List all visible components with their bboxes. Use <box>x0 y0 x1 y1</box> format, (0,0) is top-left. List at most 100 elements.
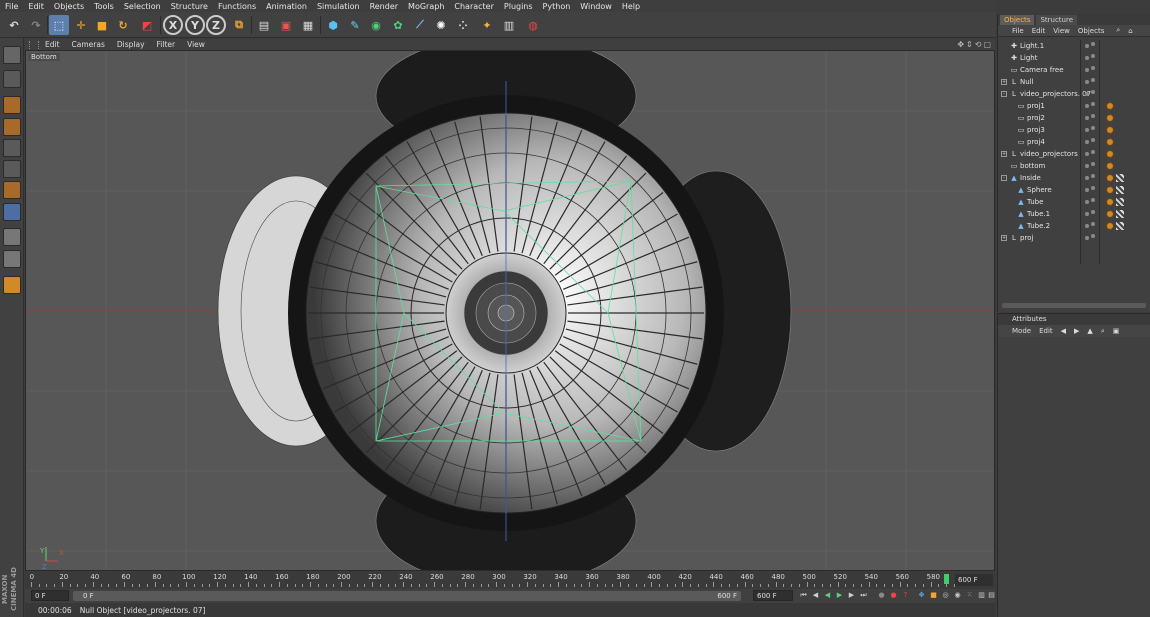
menu-character[interactable]: Character <box>449 2 499 11</box>
lock-icon[interactable]: ▣ <box>1109 327 1124 335</box>
object-row[interactable]: ▭ proj2 <box>998 112 1150 124</box>
menu-file[interactable]: File <box>0 2 23 11</box>
objects-menu-file[interactable]: File <box>1008 27 1028 35</box>
object-axis-icon[interactable] <box>3 118 21 136</box>
tweak-mode-icon[interactable] <box>3 250 21 268</box>
expand-icon[interactable]: + <box>1001 235 1007 241</box>
object-row[interactable]: ▭ proj4 <box>998 136 1150 148</box>
object-name[interactable]: Tube <box>1027 196 1043 208</box>
objects-menu-edit[interactable]: Edit <box>1028 27 1050 35</box>
material-tag-icon[interactable] <box>1106 174 1114 182</box>
object-row[interactable]: ▲ Tube <box>998 196 1150 208</box>
render-visibility-icon[interactable] <box>1091 42 1095 46</box>
object-row[interactable]: + Lvideo_projectors <box>998 148 1150 160</box>
render-visibility-icon[interactable] <box>1091 186 1095 190</box>
object-name[interactable]: proj4 <box>1027 136 1045 148</box>
current-frame-field[interactable]: 0 F <box>31 590 69 601</box>
make-editable-icon[interactable] <box>3 70 21 88</box>
object-name[interactable]: Camera free <box>1020 64 1064 76</box>
panel-grip-icon[interactable] <box>29 40 39 49</box>
content-browser-icon[interactable]: ▥ <box>499 15 519 35</box>
menu-selection[interactable]: Selection <box>119 2 166 11</box>
render-visibility-icon[interactable] <box>1091 222 1095 226</box>
record-keys-icon[interactable]: ● <box>877 591 886 600</box>
expand-icon[interactable]: + <box>1001 151 1007 157</box>
object-name[interactable]: Inside <box>1020 172 1041 184</box>
redo-icon[interactable]: ↷ <box>26 15 46 35</box>
previous-key-icon[interactable]: ◀ <box>811 591 820 600</box>
timeline-end-field[interactable]: 600 F <box>955 574 993 586</box>
render-picture-viewer-icon[interactable]: ▣ <box>276 15 296 35</box>
up-arrow-icon[interactable]: ▲ <box>1083 327 1096 335</box>
editor-visibility-icon[interactable] <box>1085 92 1089 96</box>
y-axis-lock-icon[interactable]: Y <box>185 15 205 35</box>
subdivision-surface-icon[interactable]: ◉ <box>366 15 386 35</box>
editor-visibility-icon[interactable] <box>1085 224 1089 228</box>
editor-visibility-icon[interactable] <box>1085 212 1089 216</box>
render-visibility-icon[interactable] <box>1091 78 1095 82</box>
menu-python[interactable]: Python <box>538 2 576 11</box>
object-row[interactable]: ▲ Tube.2 <box>998 220 1150 232</box>
render-visibility-icon[interactable] <box>1091 138 1095 142</box>
rotate-icon[interactable]: ↻ <box>113 15 133 35</box>
max-frame-field[interactable]: 600 F <box>753 590 793 601</box>
material-tag-icon[interactable] <box>1106 138 1114 146</box>
render-visibility-icon[interactable] <box>1091 162 1095 166</box>
editor-visibility-icon[interactable] <box>1085 128 1089 132</box>
object-row[interactable]: - Lvideo_projectors. 07 <box>998 88 1150 100</box>
object-row[interactable]: ▭ bottom <box>998 160 1150 172</box>
object-row[interactable]: ▲ Sphere <box>998 184 1150 196</box>
editor-visibility-icon[interactable] <box>1085 104 1089 108</box>
timeline[interactable]: 0 20 40 60 80 100 120 140 160 180 200 220 240 260 280 3… <box>25 572 995 589</box>
texture-tag-icon[interactable] <box>1116 198 1124 206</box>
object-name[interactable]: proj2 <box>1027 112 1045 124</box>
object-name[interactable]: bottom <box>1020 160 1045 172</box>
object-row[interactable]: + L Null <box>998 76 1150 88</box>
back-arrow-icon[interactable]: ◀ <box>1057 327 1070 335</box>
object-name[interactable]: Light.1 <box>1020 40 1044 52</box>
editor-visibility-icon[interactable] <box>1085 188 1089 192</box>
material-tag-icon[interactable] <box>1106 150 1114 158</box>
object-row[interactable]: ▲ Tube.1 <box>998 208 1150 220</box>
key-position-icon[interactable]: ✥ <box>917 591 926 600</box>
objects-menu-view[interactable]: View <box>1049 27 1074 35</box>
z-axis-lock-icon[interactable]: Z <box>206 15 226 35</box>
object-name[interactable]: proj3 <box>1027 124 1045 136</box>
render-view-icon[interactable]: ▤ <box>254 15 274 35</box>
tab-structure[interactable]: Structure <box>1036 15 1078 25</box>
snapping-icon[interactable] <box>3 276 21 294</box>
coordinate-system-icon[interactable]: ⧉ <box>229 15 249 35</box>
search-icon[interactable]: ⌕ <box>1112 26 1124 35</box>
texture-tag-icon[interactable] <box>1116 186 1124 194</box>
attributes-menu-mode[interactable]: Mode <box>1008 327 1035 335</box>
viewport-menu-view[interactable]: View <box>181 40 211 49</box>
material-tag-icon[interactable] <box>1106 162 1114 170</box>
menu-simulation[interactable]: Simulation <box>312 2 365 11</box>
deformer-icon[interactable]: ⟋ <box>410 15 430 35</box>
preview-range-slider[interactable]: 0 F 600 F <box>73 591 741 601</box>
viewport[interactable]: Y X Z Bottom <box>25 50 995 571</box>
particle-icon[interactable]: ⁘ <box>453 15 473 35</box>
play-icon[interactable]: ▶ <box>835 591 844 600</box>
attributes-menu-edit[interactable]: Edit <box>1035 327 1057 335</box>
editor-visibility-icon[interactable] <box>1085 200 1089 204</box>
object-row[interactable]: ✚ Light <box>998 52 1150 64</box>
object-name[interactable]: video_projectors <box>1020 148 1078 160</box>
editor-visibility-icon[interactable] <box>1085 116 1089 120</box>
forward-arrow-icon[interactable]: ▶ <box>1070 327 1083 335</box>
key-pla-icon[interactable]: ⁙ <box>965 591 974 600</box>
editor-visibility-icon[interactable] <box>1085 68 1089 72</box>
object-name[interactable]: proj1 <box>1027 100 1045 112</box>
material-tag-icon[interactable] <box>1106 126 1114 134</box>
render-visibility-icon[interactable] <box>1091 126 1095 130</box>
object-name[interactable]: Light <box>1020 52 1037 64</box>
menu-objects[interactable]: Objects <box>49 2 89 11</box>
menu-animation[interactable]: Animation <box>261 2 312 11</box>
render-visibility-icon[interactable] <box>1091 210 1095 214</box>
scale-icon[interactable]: ■ <box>92 15 112 35</box>
viewport-icon[interactable] <box>3 46 21 64</box>
material-tag-icon[interactable] <box>1106 186 1114 194</box>
cube-icon[interactable]: ⬢ <box>323 15 343 35</box>
objects-menu-objects[interactable]: Objects <box>1074 27 1108 35</box>
enable-axis-icon[interactable] <box>3 228 21 246</box>
